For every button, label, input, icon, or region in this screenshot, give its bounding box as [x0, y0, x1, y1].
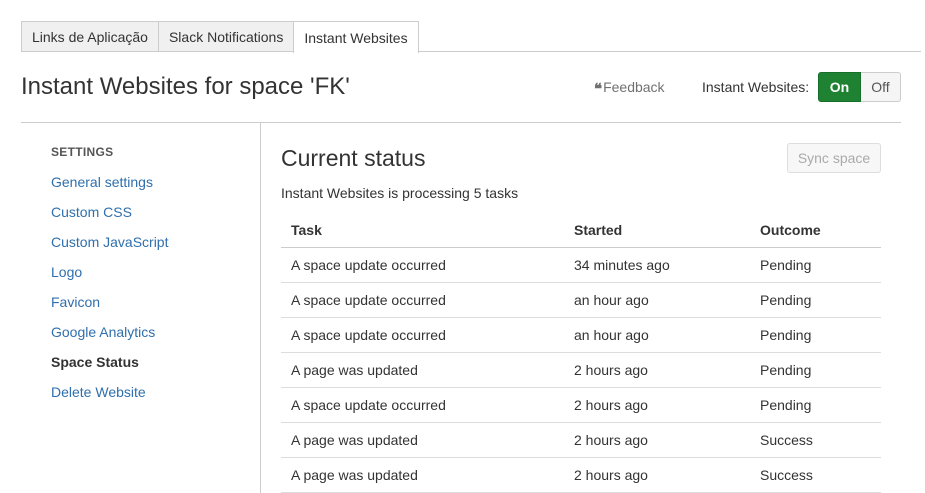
tasks-table: Task Started Outcome A space update occu…: [281, 213, 881, 493]
table-header-row: Task Started Outcome: [281, 213, 881, 248]
status-text: Instant Websites is processing 5 tasks: [281, 185, 519, 201]
toggle-on-button[interactable]: On: [818, 72, 861, 102]
started-cell: 2 hours ago: [564, 387, 750, 423]
task-cell: A space update occurred: [281, 387, 564, 423]
sidebar-heading: SETTINGS: [51, 145, 114, 159]
outcome-cell: Success: [750, 457, 881, 493]
table-row: A page was updated 2 hours ago Success: [281, 422, 881, 458]
started-cell: 2 hours ago: [564, 352, 750, 388]
tab-bar-divider: [21, 51, 921, 52]
settings-sidebar: SETTINGS General settings Custom CSS Cus…: [51, 145, 251, 407]
instant-websites-toggle: On Off: [818, 72, 901, 102]
sidebar-divider: [260, 123, 261, 493]
outcome-cell: Success: [750, 422, 881, 458]
started-cell: 34 minutes ago: [564, 247, 750, 283]
sidebar-item-favicon[interactable]: Favicon: [51, 287, 251, 317]
task-cell: A page was updated: [281, 422, 564, 458]
sidebar-item-custom-css[interactable]: Custom CSS: [51, 197, 251, 227]
header-divider: [21, 122, 901, 123]
feedback-link[interactable]: ❝ Feedback: [594, 79, 665, 98]
section-title: Current status: [281, 145, 426, 171]
task-cell: A space update occurred: [281, 317, 564, 353]
sidebar-item-custom-javascript[interactable]: Custom JavaScript: [51, 227, 251, 257]
tab-slack-notifications[interactable]: Slack Notifications: [157, 21, 295, 52]
task-cell: A page was updated: [281, 352, 564, 388]
sidebar-item-space-status: Space Status: [51, 354, 139, 370]
table-row: A space update occurred an hour ago Pend…: [281, 317, 881, 353]
table-row: A space update occurred 2 hours ago Pend…: [281, 387, 881, 423]
column-header-task: Task: [281, 213, 564, 248]
outcome-cell: Pending: [750, 247, 881, 283]
outcome-cell: Pending: [750, 282, 881, 318]
started-cell: an hour ago: [564, 317, 750, 353]
sync-space-button[interactable]: Sync space: [787, 143, 881, 173]
tab-instant-websites[interactable]: Instant Websites: [293, 21, 419, 53]
sidebar-item-logo[interactable]: Logo: [51, 257, 251, 287]
task-cell: A space update occurred: [281, 282, 564, 318]
started-cell: 2 hours ago: [564, 457, 750, 493]
tab-bar: Links de Aplicação Slack Notifications I…: [21, 21, 419, 53]
column-header-outcome: Outcome: [750, 213, 881, 248]
quote-icon: ❝: [594, 79, 602, 98]
toggle-off-button[interactable]: Off: [861, 72, 901, 102]
sidebar-item-google-analytics[interactable]: Google Analytics: [51, 317, 251, 347]
started-cell: 2 hours ago: [564, 422, 750, 458]
outcome-cell: Pending: [750, 387, 881, 423]
table-row: A space update occurred 34 minutes ago P…: [281, 247, 881, 283]
column-header-started: Started: [564, 213, 750, 248]
task-cell: A page was updated: [281, 457, 564, 493]
instant-websites-toggle-label: Instant Websites:: [702, 79, 810, 95]
task-cell: A space update occurred: [281, 247, 564, 283]
outcome-cell: Pending: [750, 317, 881, 353]
tab-links-de-aplicacao[interactable]: Links de Aplicação: [21, 21, 159, 52]
table-row: A page was updated 2 hours ago Pending: [281, 352, 881, 388]
sidebar-item-general-settings[interactable]: General settings: [51, 167, 251, 197]
started-cell: an hour ago: [564, 282, 750, 318]
feedback-label: Feedback: [603, 79, 665, 95]
table-row: A page was updated 2 hours ago Success: [281, 457, 881, 493]
sidebar-item-delete-website[interactable]: Delete Website: [51, 377, 251, 407]
table-row: A space update occurred an hour ago Pend…: [281, 282, 881, 318]
outcome-cell: Pending: [750, 352, 881, 388]
page-title: Instant Websites for space 'FK': [21, 73, 350, 100]
